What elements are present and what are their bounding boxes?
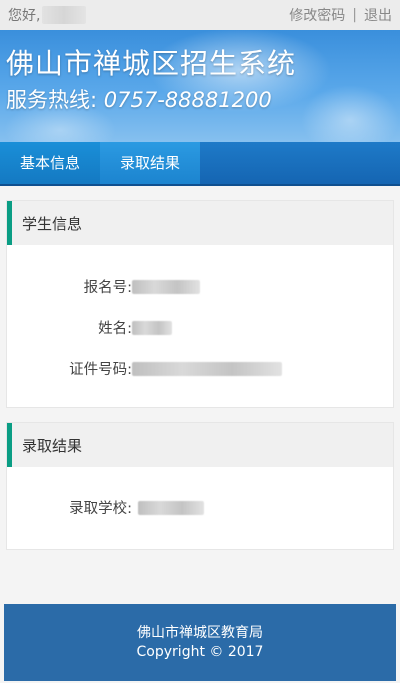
change-password-link[interactable]: 修改密码 [289, 5, 345, 25]
field-registration-number: 报名号: [7, 266, 393, 307]
admission-result-title: 录取结果 [7, 423, 393, 467]
site-title: 佛山市禅城区招生系统 [6, 47, 297, 80]
field-id-number: 证件号码: [7, 348, 393, 389]
field-name: 姓名: [7, 307, 393, 348]
footer-org: 佛山市禅城区教育局 [137, 625, 263, 641]
admission-result-card: 录取结果 录取学校: [6, 422, 394, 550]
greeting-text: 您好, [8, 8, 41, 24]
admitted-school-label: 录取学校: [69, 501, 132, 517]
registration-number-value [132, 279, 200, 294]
page-footer: 佛山市禅城区教育局 Copyright © 2017 [4, 604, 396, 681]
top-bar: 您好, 修改密码 | 退出 [0, 0, 400, 30]
name-value [132, 320, 172, 335]
registration-number-label: 报名号: [83, 280, 132, 296]
main-nav: 基本信息 录取结果 [0, 142, 400, 186]
student-info-title: 学生信息 [7, 201, 393, 245]
tab-basic-info[interactable]: 基本信息 [0, 142, 101, 184]
student-info-card: 学生信息 报名号: 姓名: 证件号码: [6, 200, 394, 408]
id-number-label: 证件号码: [69, 362, 132, 378]
field-admitted-school: 录取学校: [7, 487, 393, 528]
hotline-label: 服务热线: [6, 88, 98, 112]
id-number-value [132, 361, 282, 376]
account-links: 修改密码 | 退出 [289, 5, 392, 25]
greeting: 您好, [8, 5, 87, 25]
hotline: 服务热线: 0757-88881200 [6, 82, 394, 118]
logout-link[interactable]: 退出 [364, 5, 392, 25]
separator: | [352, 7, 357, 23]
tab-admission-result[interactable]: 录取结果 [100, 142, 201, 184]
footer-copyright: Copyright © 2017 [136, 644, 264, 660]
admitted-school-value [132, 500, 204, 515]
header-banner: 佛山市禅城区招生系统 服务热线: 0757-88881200 [0, 30, 400, 142]
hotline-number: 0757-88881200 [103, 88, 272, 112]
redacted-username [42, 6, 87, 24]
name-label: 姓名: [98, 321, 132, 337]
